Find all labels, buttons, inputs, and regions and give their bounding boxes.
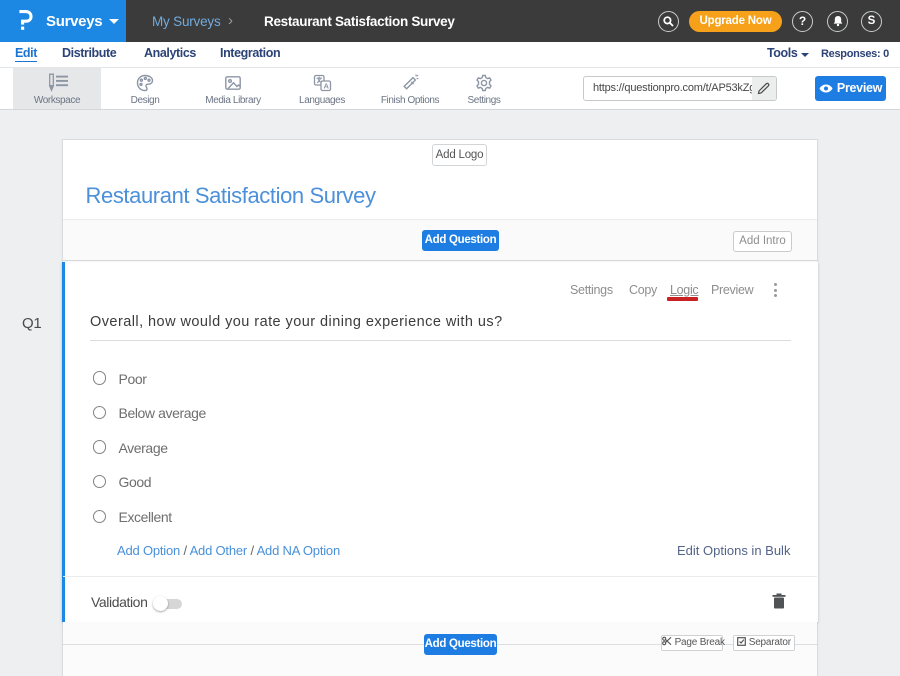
svg-text:A: A bbox=[324, 81, 330, 90]
